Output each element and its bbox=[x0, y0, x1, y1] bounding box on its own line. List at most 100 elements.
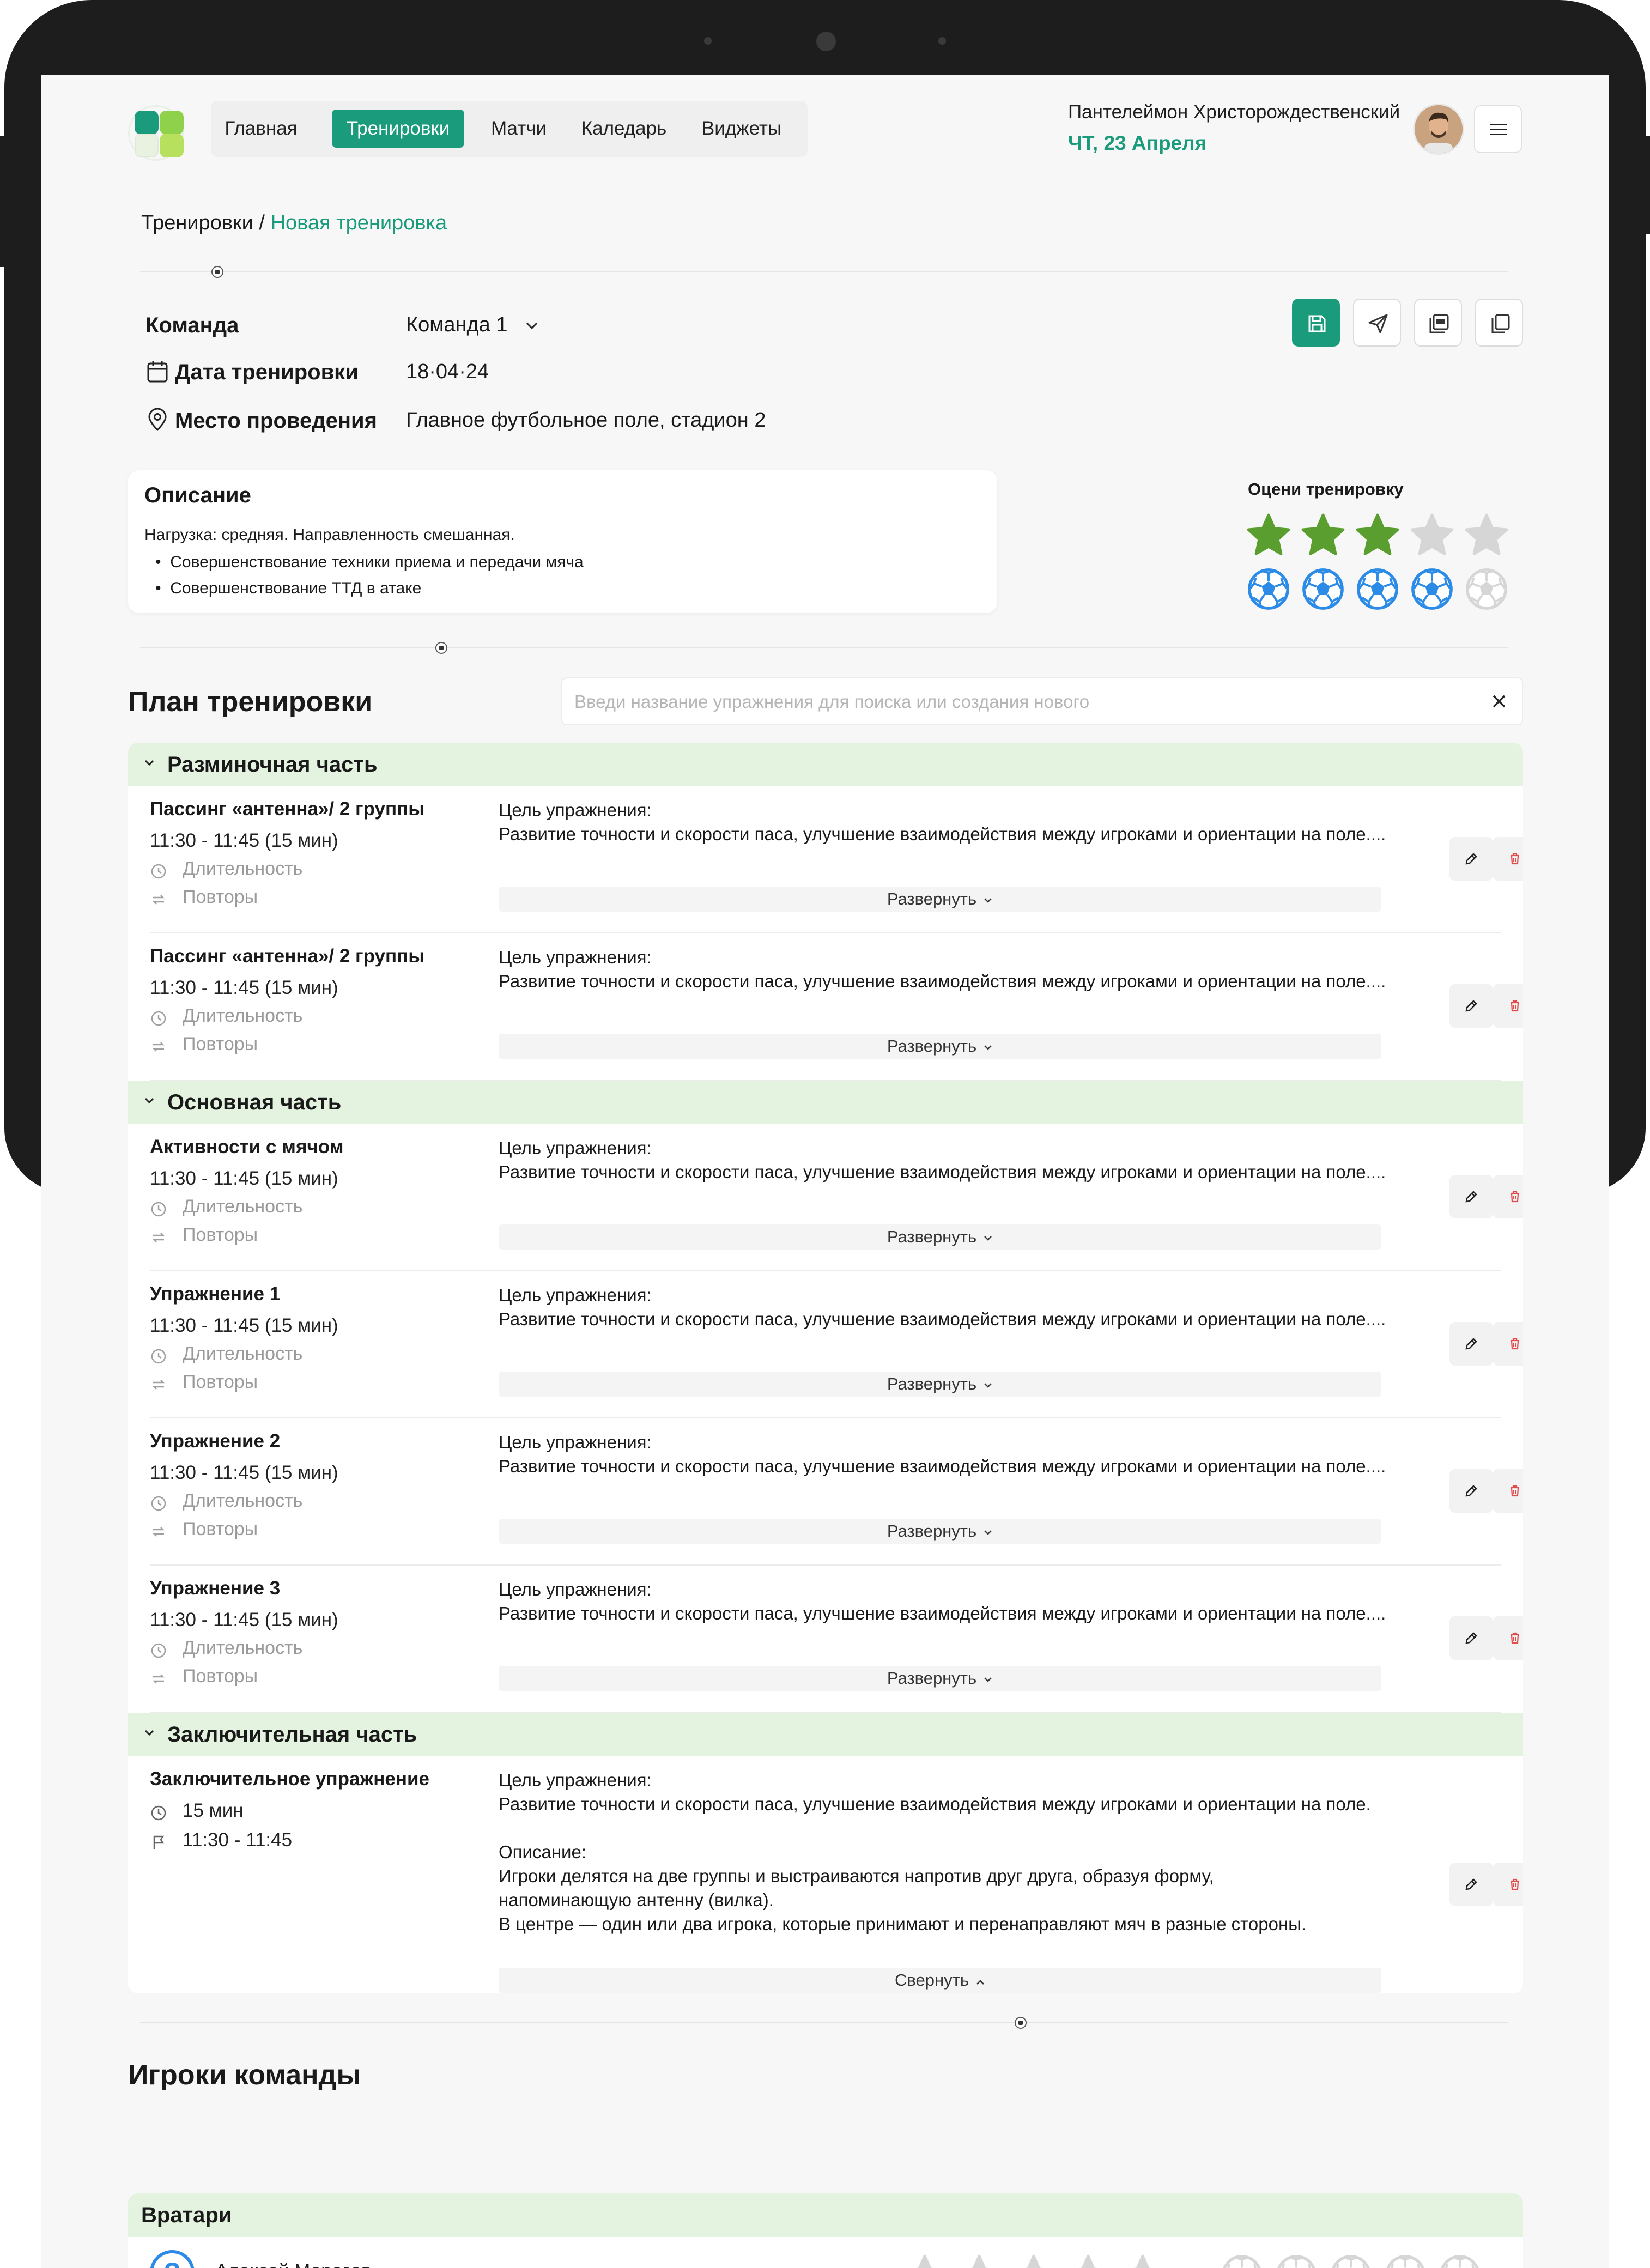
goal-label: Цель упражнения: bbox=[499, 800, 652, 820]
goal-label: Цель упражнения: bbox=[499, 1138, 652, 1158]
delete-button[interactable] bbox=[1493, 984, 1523, 1028]
player-star-icon[interactable] bbox=[1121, 2253, 1166, 2268]
chevron-up-icon bbox=[975, 1970, 985, 1990]
breadcrumb-parent[interactable]: Тренировки bbox=[141, 211, 253, 234]
menu-button[interactable] bbox=[1474, 105, 1522, 153]
delete-button[interactable] bbox=[1493, 1175, 1523, 1218]
duration-label: Длительность bbox=[183, 1005, 303, 1026]
app-logo[interactable] bbox=[128, 105, 184, 161]
pencil-icon bbox=[1465, 1632, 1477, 1644]
rating-ball-icon[interactable] bbox=[1302, 568, 1344, 610]
exercise-name[interactable]: Упражнение 2 bbox=[150, 1430, 280, 1452]
exercise-name[interactable]: Упражнение 3 bbox=[150, 1578, 280, 1599]
delete-button[interactable] bbox=[1493, 1616, 1523, 1660]
exercise-card: Пассинг «антенна»/ 2 группы 11:30 - 11:45… bbox=[128, 933, 1523, 1081]
expand-button[interactable]: Развернуть bbox=[499, 887, 1381, 912]
save-icon bbox=[1308, 315, 1326, 332]
ball-divider-icon bbox=[211, 266, 223, 278]
edit-button[interactable] bbox=[1449, 984, 1493, 1028]
rating-title: Оцени тренировку bbox=[1248, 480, 1404, 499]
export-pdf-button[interactable] bbox=[1414, 299, 1462, 347]
delete-button[interactable] bbox=[1493, 837, 1523, 881]
date-value[interactable]: 18·04·24 bbox=[406, 360, 489, 384]
edit-button[interactable] bbox=[1449, 1322, 1493, 1366]
rating-star-icon[interactable] bbox=[1301, 512, 1345, 557]
collapse-button[interactable]: Свернуть bbox=[499, 1968, 1381, 1993]
exercise-time: 11:30 - 11:45 (15 мин) bbox=[150, 1315, 338, 1336]
goal-label: Цель упражнения: bbox=[499, 1579, 652, 1599]
expand-button[interactable]: Развернуть bbox=[499, 1224, 1381, 1250]
nav-item-matches[interactable]: Матчи bbox=[483, 110, 554, 148]
rating-star-icon[interactable] bbox=[1355, 512, 1400, 557]
pdf-icon bbox=[1429, 314, 1449, 333]
chevron-down-icon bbox=[983, 1036, 993, 1056]
rating-star-icon[interactable] bbox=[1246, 512, 1291, 557]
rating-star-icon[interactable] bbox=[1464, 512, 1509, 557]
exercise-name[interactable]: Пассинг «антенна»/ 2 группы bbox=[150, 798, 424, 820]
trash-icon bbox=[1511, 1878, 1519, 1890]
trash-icon bbox=[1511, 1191, 1519, 1203]
save-button[interactable] bbox=[1292, 299, 1340, 347]
player-star-icon[interactable] bbox=[1012, 2253, 1057, 2268]
duration-label: Длительность bbox=[183, 1490, 303, 1511]
edit-button[interactable] bbox=[1449, 837, 1493, 881]
expand-button[interactable]: Развернуть bbox=[499, 1666, 1381, 1691]
player-star-icon[interactable] bbox=[957, 2253, 1002, 2268]
edit-button[interactable] bbox=[1449, 1469, 1493, 1513]
rating-ball-icon[interactable] bbox=[1356, 568, 1399, 610]
expand-button[interactable]: Развернуть bbox=[499, 1372, 1381, 1397]
goal-text: Развитие точности и скорости паса, улучш… bbox=[499, 1309, 1386, 1329]
exercise-search-input[interactable] bbox=[573, 687, 1469, 717]
player-ball-icon[interactable] bbox=[1330, 2254, 1373, 2268]
edit-button[interactable] bbox=[1449, 1175, 1493, 1218]
rating-ball-icon[interactable] bbox=[1465, 568, 1508, 610]
rating-ball-icon[interactable] bbox=[1247, 568, 1290, 610]
device-button-left bbox=[0, 136, 7, 267]
place-value[interactable]: Главное футбольное поле, стадион 2 bbox=[406, 409, 766, 432]
app-screen: Главная Тренировки Матчи Каледарь Виджет… bbox=[41, 75, 1609, 2268]
exercise-name[interactable]: Упражнение 1 bbox=[150, 1283, 280, 1305]
expand-button[interactable]: Развернуть bbox=[499, 1519, 1381, 1544]
send-button[interactable] bbox=[1353, 299, 1401, 347]
close-icon[interactable] bbox=[1488, 690, 1510, 712]
delete-button[interactable] bbox=[1493, 1469, 1523, 1513]
goal-label: Цель упражнения: bbox=[499, 947, 652, 967]
avatar[interactable] bbox=[1413, 104, 1464, 155]
edit-button[interactable] bbox=[1449, 1863, 1493, 1906]
section-header[interactable]: Основная часть bbox=[128, 1081, 1523, 1124]
edit-button[interactable] bbox=[1449, 1616, 1493, 1660]
delete-button[interactable] bbox=[1493, 1322, 1523, 1366]
team-select[interactable]: Команда 1 bbox=[406, 313, 538, 337]
nav-item-calendar[interactable]: Каледарь bbox=[575, 110, 673, 148]
exercise-name[interactable]: Активности с мячом bbox=[150, 1136, 344, 1158]
section-header[interactable]: Разминочная часть bbox=[128, 743, 1523, 786]
rating-star-icon[interactable] bbox=[1410, 512, 1454, 557]
exercise-name[interactable]: Пассинг «антенна»/ 2 группы bbox=[150, 945, 424, 967]
player-group-header[interactable]: Вратари bbox=[128, 2193, 1523, 2237]
rating-ball-icon[interactable] bbox=[1411, 568, 1453, 610]
section-header[interactable]: Заключительная часть bbox=[128, 1713, 1523, 1756]
ball-divider-icon bbox=[1015, 2017, 1027, 2029]
player-ball-icon[interactable] bbox=[1276, 2254, 1318, 2268]
exercise-goal: Цель упражнения: Развитие точности и скор… bbox=[499, 1430, 1392, 1478]
question-icon: ? bbox=[150, 2250, 195, 2268]
chevron-down-icon bbox=[526, 322, 538, 330]
player-row[interactable]: ? Алексей Морозов bbox=[128, 2237, 1523, 2268]
goal-text: Развитие точности и скорости паса, улучш… bbox=[499, 1603, 1386, 1623]
duration-label: Длительность bbox=[183, 858, 303, 879]
exercise-search bbox=[561, 677, 1523, 725]
copy-button[interactable] bbox=[1475, 299, 1523, 347]
nav-item-trainings[interactable]: Тренировки bbox=[332, 110, 464, 148]
expand-button[interactable]: Развернуть bbox=[499, 1034, 1381, 1059]
nav-item-home[interactable]: Главная bbox=[223, 110, 299, 148]
description-title: Описание bbox=[144, 483, 251, 507]
breadcrumb: Тренировки / Новая тренировка bbox=[141, 211, 447, 235]
player-ball-icon[interactable] bbox=[1221, 2254, 1264, 2268]
nav-item-widgets[interactable]: Виджеты bbox=[696, 110, 787, 148]
player-ball-icon[interactable] bbox=[1439, 2254, 1482, 2268]
player-ball-icon[interactable] bbox=[1385, 2254, 1427, 2268]
delete-button[interactable] bbox=[1493, 1863, 1523, 1906]
player-star-icon[interactable] bbox=[903, 2253, 948, 2268]
player-star-icon[interactable] bbox=[1066, 2253, 1111, 2268]
exercise-name[interactable]: Заключительное упражнение bbox=[150, 1768, 429, 1790]
